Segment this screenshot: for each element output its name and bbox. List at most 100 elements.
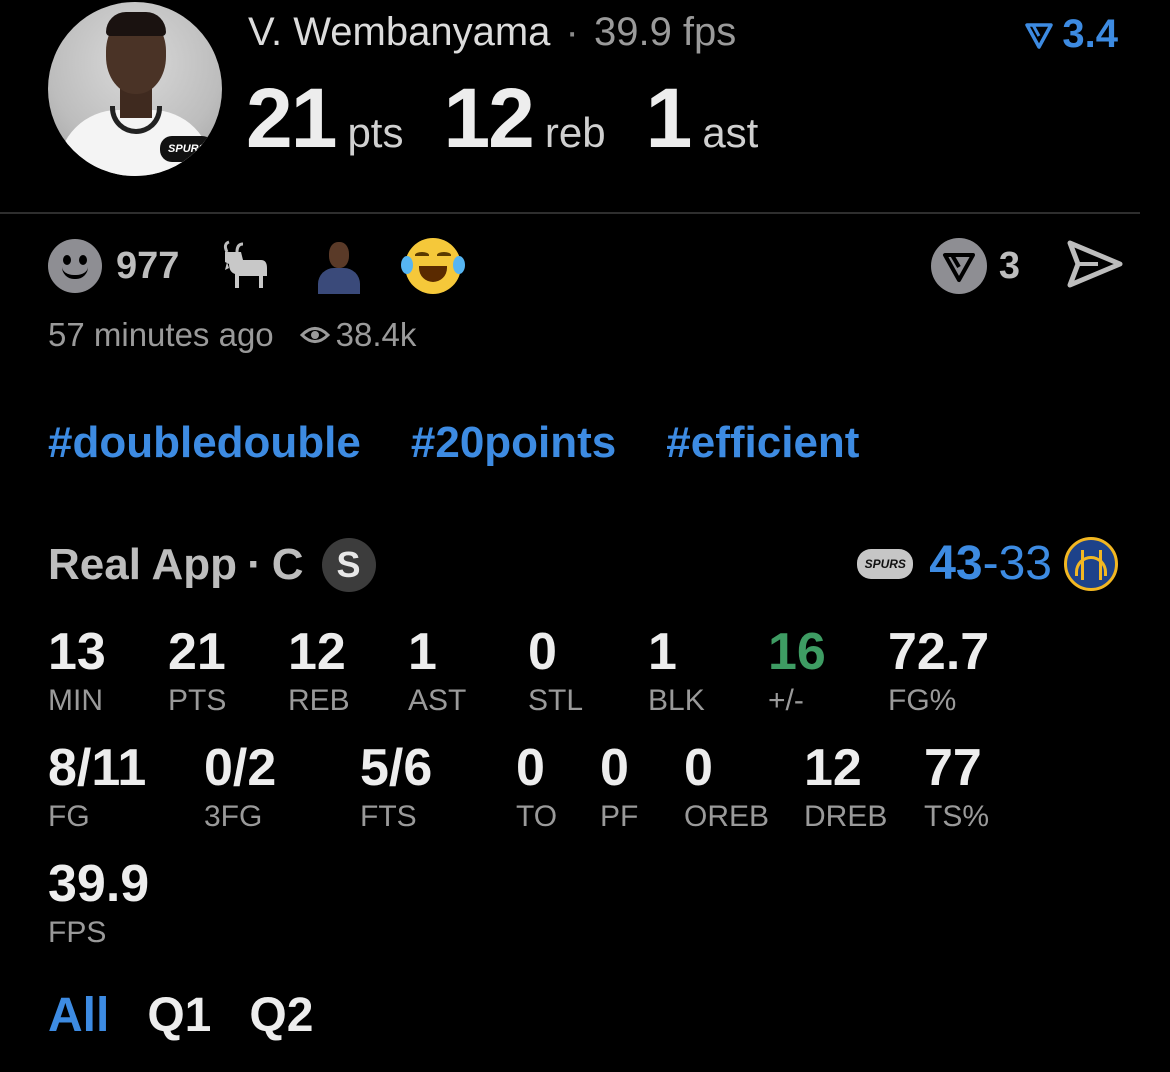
- stat-key: 3FG: [204, 800, 263, 833]
- laughing-face: [401, 238, 466, 294]
- stat-value: 77: [924, 739, 982, 797]
- stat-fts: 5/6 FTS: [360, 742, 432, 832]
- stat-3fg: 0/2 3FG: [204, 742, 276, 832]
- starter-badge: S: [321, 538, 376, 592]
- headline-reb-value: 12: [443, 71, 534, 165]
- send-arrow-svg: [1067, 240, 1123, 287]
- stat-value: 1: [408, 623, 437, 681]
- headline-ast-label: ast: [702, 109, 759, 156]
- stat-key: MIN: [48, 684, 103, 717]
- source-separator: ·: [247, 540, 262, 589]
- stat-key: PTS: [168, 684, 227, 717]
- tab-q1[interactable]: Q1: [147, 988, 211, 1043]
- stat-key: TS%: [924, 800, 990, 833]
- stat-key: +/-: [768, 684, 804, 717]
- eye-icon: [299, 327, 330, 343]
- stat-key: FG%: [888, 684, 957, 717]
- player-position: C: [271, 540, 304, 589]
- comment-count[interactable]: 3: [999, 245, 1020, 288]
- stat-value: 72.7: [888, 623, 990, 681]
- stat-to: 0 TO: [516, 742, 557, 832]
- stat-ts-pct: 77 TS%: [924, 742, 989, 832]
- score-dash: -: [982, 537, 999, 590]
- laugh-tear-left: [401, 256, 414, 274]
- hashtag-20points[interactable]: #20points: [411, 418, 616, 468]
- stat-value: 12: [804, 739, 862, 797]
- stat-value: 8/11: [48, 739, 147, 797]
- spurs-logo-icon: SPURS: [857, 548, 914, 579]
- post-actions: 3: [930, 236, 1124, 296]
- player-title-line: V. Wembanyama · 39.9 fps: [248, 10, 736, 55]
- hashtag-doubledouble[interactable]: #doubledouble: [48, 418, 361, 468]
- stat-key: STL: [528, 684, 584, 717]
- stat-value: 5/6: [360, 739, 433, 797]
- stat-value: 0: [528, 623, 557, 681]
- headline-pts-value: 21: [246, 71, 337, 165]
- stat-value: 16: [768, 623, 826, 681]
- stat-value: 1: [648, 623, 677, 681]
- stat-pts: 21 PTS: [168, 626, 226, 716]
- headline-reb-label: reb: [544, 109, 606, 156]
- headline-stats: 21 pts 12 reb 1 ast: [246, 70, 798, 167]
- stat-key: OREB: [684, 800, 770, 833]
- send-icon[interactable]: [1066, 239, 1124, 294]
- stat-reb: 12 REB: [288, 626, 350, 716]
- stat-key: TO: [516, 800, 558, 833]
- game-score[interactable]: SPURS 43-33: [857, 536, 1118, 591]
- reaction-count[interactable]: 977: [116, 245, 179, 288]
- stat-min: 13 MIN: [48, 626, 106, 716]
- player-name[interactable]: V. Wembanyama: [248, 10, 550, 54]
- rating-tag[interactable]: 3.4: [1024, 12, 1118, 57]
- stat-stl: 0 STL: [528, 626, 583, 716]
- logo-tower-right: [1099, 549, 1102, 580]
- player-face-head: [329, 242, 350, 268]
- header-divider: [0, 212, 1140, 214]
- v-logo-icon: [1025, 22, 1054, 49]
- goat-svg: [224, 240, 268, 288]
- opponent-score: 33: [998, 537, 1052, 590]
- stat-key: FG: [48, 800, 90, 833]
- player-fps: 39.9 fps: [593, 10, 737, 54]
- stat-pf: 0 PF: [600, 742, 638, 832]
- laughing-emoji-icon[interactable]: [401, 238, 466, 294]
- stat-key: AST: [408, 684, 467, 717]
- stat-oreb: 0 OREB: [684, 742, 769, 832]
- stat-blk: 1 BLK: [648, 626, 705, 716]
- reactions-row: 977: [48, 236, 466, 296]
- tab-all[interactable]: All: [48, 988, 109, 1043]
- tab-q2[interactable]: Q2: [249, 988, 313, 1043]
- period-tabs: All Q1 Q2: [48, 988, 313, 1043]
- smiley-icon[interactable]: [48, 239, 102, 293]
- stat-value: 0: [600, 739, 629, 797]
- stat-value: 0/2: [204, 739, 277, 797]
- player-avatar[interactable]: SPURS: [48, 2, 222, 176]
- stat-value: 0: [684, 739, 713, 797]
- team-score: 43: [929, 537, 983, 590]
- logo-bridge-arc: [1075, 555, 1107, 576]
- stat-value: 12: [288, 623, 346, 681]
- logo-tower-left: [1081, 549, 1084, 580]
- headline-pts-label: pts: [347, 109, 404, 156]
- game-source-row: Real App · C S: [48, 538, 376, 592]
- score-text: 43-33: [929, 536, 1052, 591]
- stat-fps: 39.9 FPS: [48, 858, 149, 948]
- stat-plus-minus: 16 +/-: [768, 626, 826, 716]
- player-face-body: [318, 268, 361, 294]
- stat-value: 39.9: [48, 855, 150, 913]
- laugh-mouth: [419, 266, 448, 282]
- title-separator: ·: [565, 10, 579, 54]
- laugh-eye-left: [415, 252, 430, 258]
- stat-value: 13: [48, 623, 106, 681]
- goat-icon[interactable]: [217, 238, 273, 294]
- player-face-icon[interactable]: [311, 238, 367, 294]
- v-mark-svg: [942, 253, 975, 282]
- laugh-tear-right: [453, 256, 466, 274]
- stat-value: 0: [516, 739, 545, 797]
- v-comment-icon[interactable]: [930, 238, 987, 294]
- headline-ast-value: 1: [645, 71, 693, 165]
- smiley-mouth: [62, 267, 88, 279]
- view-count: 38.4k: [335, 316, 417, 353]
- hashtag-efficient[interactable]: #efficient: [666, 418, 859, 468]
- stat-ast: 1 AST: [408, 626, 466, 716]
- laugh-eye-right: [437, 252, 452, 258]
